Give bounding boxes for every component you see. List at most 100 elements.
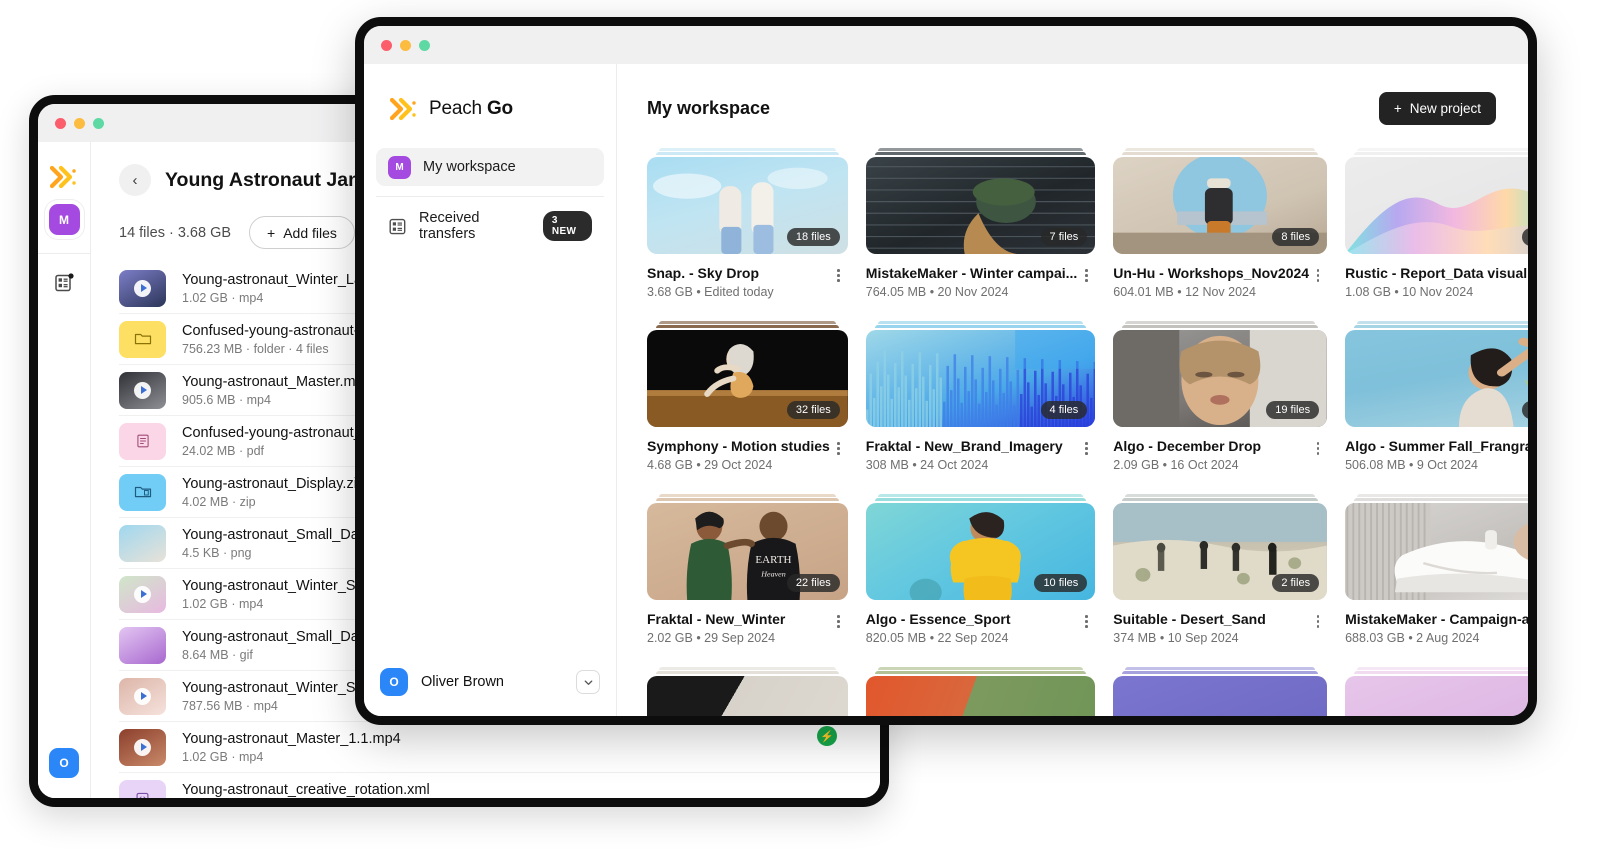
plus-icon: + bbox=[1393, 101, 1402, 116]
received-transfers-icon[interactable] bbox=[53, 272, 75, 294]
project-card[interactable]: 2 files Suitable - Desert_Sand 374 MB • 10… bbox=[1113, 494, 1328, 645]
project-card[interactable]: 13 files Rustic - Report_Data visualisat.… bbox=[1345, 148, 1528, 299]
chevron-left-icon[interactable]: ‹ bbox=[119, 164, 151, 196]
sidebar-item-received-transfers[interactable]: Received transfers 3 NEW bbox=[376, 207, 604, 245]
project-card[interactable]: 6 files MistakeMaker - Campaign-ass... 688… bbox=[1345, 494, 1528, 645]
project-card[interactable]: 8 files Un-Hu - Workshops_Nov2024 604.01 M… bbox=[1113, 148, 1328, 299]
project-card-partial[interactable] bbox=[1113, 667, 1328, 716]
more-options-icon[interactable] bbox=[1077, 611, 1095, 628]
stack-layer-back bbox=[877, 667, 1084, 670]
project-title: Fraktal - New_Brand_Imagery bbox=[865, 438, 1063, 454]
project-thumbnail-stack: 7 files bbox=[865, 148, 1096, 254]
project-meta: 506.08 MB • 9 Oct 2024 bbox=[1345, 458, 1479, 472]
file-meta: Young-astronaut_creative_rotation.xml24.… bbox=[182, 782, 430, 799]
project-card-partial[interactable] bbox=[865, 667, 1096, 716]
file-count-badge: 10 files bbox=[1034, 574, 1088, 592]
project-thumbnail: 19 files bbox=[1113, 330, 1328, 427]
sidebar-item-my-workspace[interactable]: M My workspace bbox=[376, 148, 604, 186]
new-project-label: New project bbox=[1409, 101, 1481, 116]
stack-layer-mid bbox=[1354, 671, 1528, 674]
project-thumbnail-stack bbox=[647, 667, 848, 716]
project-card-partial[interactable] bbox=[647, 667, 848, 716]
file-details: 905.6 MB · mp4 bbox=[182, 392, 271, 407]
project-thumbnail-stack: 2 files bbox=[1113, 494, 1328, 600]
close-traffic-light-icon[interactable] bbox=[55, 117, 66, 129]
minimize-traffic-light-icon[interactable] bbox=[400, 39, 411, 51]
project-thumbnail-stack: 16 files bbox=[1345, 321, 1528, 427]
file-row[interactable]: Young-astronaut_Master_1.1.mp4 1.02 GB · … bbox=[119, 722, 880, 773]
lightning-bolt-icon[interactable]: ⚡ bbox=[817, 726, 837, 746]
project-thumbnail: 7 files bbox=[865, 157, 1096, 254]
stack-layer-back bbox=[659, 148, 836, 151]
project-card-footer: Fraktal - New_Brand_Imagery 308 MB • 24 O… bbox=[866, 438, 1096, 472]
more-options-icon[interactable] bbox=[1309, 438, 1327, 455]
project-thumbnail: 6 files bbox=[1345, 503, 1528, 600]
front-window-titlebar bbox=[364, 26, 1528, 64]
brand-name-light: Peach bbox=[429, 98, 487, 119]
project-card[interactable]: 16 files Algo - Summer Fall_Frangrances 50… bbox=[1345, 321, 1528, 472]
project-card-text: Algo - Summer Fall_Frangrances 506.08 MB … bbox=[1345, 438, 1528, 472]
project-card[interactable]: 10 files Algo - Essence_Sport 820.05 MB • … bbox=[865, 494, 1096, 645]
project-card-text: Algo - Essence_Sport 820.05 MB • 22 Sep 2… bbox=[866, 611, 1078, 645]
peach-go-logo-icon[interactable] bbox=[389, 96, 418, 122]
project-thumbnail: EARTH Heaven 22 files bbox=[647, 503, 848, 600]
received-transfers-icon bbox=[388, 217, 407, 236]
maximize-traffic-light-icon[interactable] bbox=[419, 39, 430, 51]
project-card-partial[interactable] bbox=[1345, 667, 1528, 716]
project-card[interactable]: 19 files Algo - December Drop 2.09 GB • 16… bbox=[1113, 321, 1328, 472]
rail-workspace-avatar[interactable]: M bbox=[48, 204, 80, 235]
stack-layer-mid bbox=[1354, 325, 1528, 328]
project-card[interactable]: 7 files MistakeMaker - Winter campai... 76… bbox=[865, 148, 1096, 299]
stack-layer-mid bbox=[874, 325, 1087, 328]
close-traffic-light-icon[interactable] bbox=[381, 39, 392, 51]
new-project-button[interactable]: + New project bbox=[1378, 92, 1496, 125]
more-options-icon[interactable] bbox=[1077, 265, 1095, 282]
sidebar-user-row[interactable]: O Oliver Brown bbox=[364, 652, 616, 716]
more-options-icon[interactable] bbox=[1309, 265, 1327, 282]
project-card[interactable]: EARTH Heaven 22 files Fraktal - New_Winter 2… bbox=[647, 494, 848, 645]
project-card-footer: Suitable - Desert_Sand 374 MB • 10 Sep 20… bbox=[1113, 611, 1327, 645]
file-count-badge: 19 files bbox=[1266, 401, 1320, 419]
more-options-icon[interactable] bbox=[830, 611, 848, 628]
project-card-text: Snap. - Sky Drop 3.68 GB • Edited today bbox=[647, 265, 830, 299]
maximize-traffic-light-icon[interactable] bbox=[93, 117, 104, 129]
more-options-icon[interactable] bbox=[1077, 438, 1095, 455]
file-name: Young-astronaut_Master.mp4 bbox=[182, 373, 372, 390]
project-meta: 604.01 MB • 12 Nov 2024 bbox=[1113, 285, 1256, 299]
stack-layer-mid bbox=[656, 498, 839, 501]
file-thumbnail bbox=[119, 626, 166, 664]
project-thumbnail-stack bbox=[865, 667, 1096, 716]
project-card-text: MistakeMaker - Winter campai... 764.05 MB… bbox=[866, 265, 1078, 299]
file-count-badge: 2 files bbox=[1272, 574, 1320, 592]
project-card-footer: Algo - Summer Fall_Frangrances 506.08 MB … bbox=[1345, 438, 1528, 472]
play-icon bbox=[134, 687, 151, 705]
more-options-icon[interactable] bbox=[830, 265, 848, 282]
project-card-footer: Algo - Essence_Sport 820.05 MB • 22 Sep 2… bbox=[866, 611, 1096, 645]
file-meta: Young-astronaut_Master.mp4 905.6 MB · mp4 bbox=[182, 374, 372, 407]
transfer-summary: 14 files · 3.68 GB bbox=[119, 224, 232, 241]
add-files-button[interactable]: + Add files bbox=[249, 216, 355, 249]
project-card[interactable]: 18 files Snap. - Sky Drop 3.68 GB • Edited… bbox=[647, 148, 848, 299]
content-header: My workspace + New project bbox=[647, 92, 1496, 125]
file-row[interactable]: Young-astronaut_creative_rotation.xml24.… bbox=[119, 773, 880, 798]
minimize-traffic-light-icon[interactable] bbox=[74, 117, 85, 129]
file-thumbnail bbox=[119, 524, 166, 562]
stack-layer-back bbox=[659, 667, 836, 670]
folder-icon bbox=[119, 320, 166, 358]
stack-layer-mid bbox=[874, 498, 1087, 501]
user-name: Oliver Brown bbox=[421, 674, 504, 690]
rail-user-avatar[interactable]: O bbox=[49, 748, 79, 778]
project-thumbnail bbox=[865, 676, 1096, 716]
project-meta: 688.03 GB • 2 Aug 2024 bbox=[1345, 631, 1480, 645]
more-options-icon[interactable] bbox=[830, 438, 848, 455]
project-thumbnail-stack: 6 files bbox=[1345, 494, 1528, 600]
more-options-icon[interactable] bbox=[1309, 611, 1327, 628]
peach-go-logo-icon[interactable] bbox=[49, 164, 78, 190]
plus-icon: + bbox=[267, 224, 276, 241]
chevron-down-icon[interactable] bbox=[576, 670, 600, 694]
project-card[interactable]: 4 files Fraktal - New_Brand_Imagery 308 MB… bbox=[865, 321, 1096, 472]
project-card[interactable]: 32 files Symphony - Motion studies 4.68 GB… bbox=[647, 321, 848, 472]
project-card-footer: Un-Hu - Workshops_Nov2024 604.01 MB • 12 … bbox=[1113, 265, 1327, 299]
brand-name: Peach Go bbox=[429, 98, 513, 120]
stack-layer-mid bbox=[656, 325, 839, 328]
